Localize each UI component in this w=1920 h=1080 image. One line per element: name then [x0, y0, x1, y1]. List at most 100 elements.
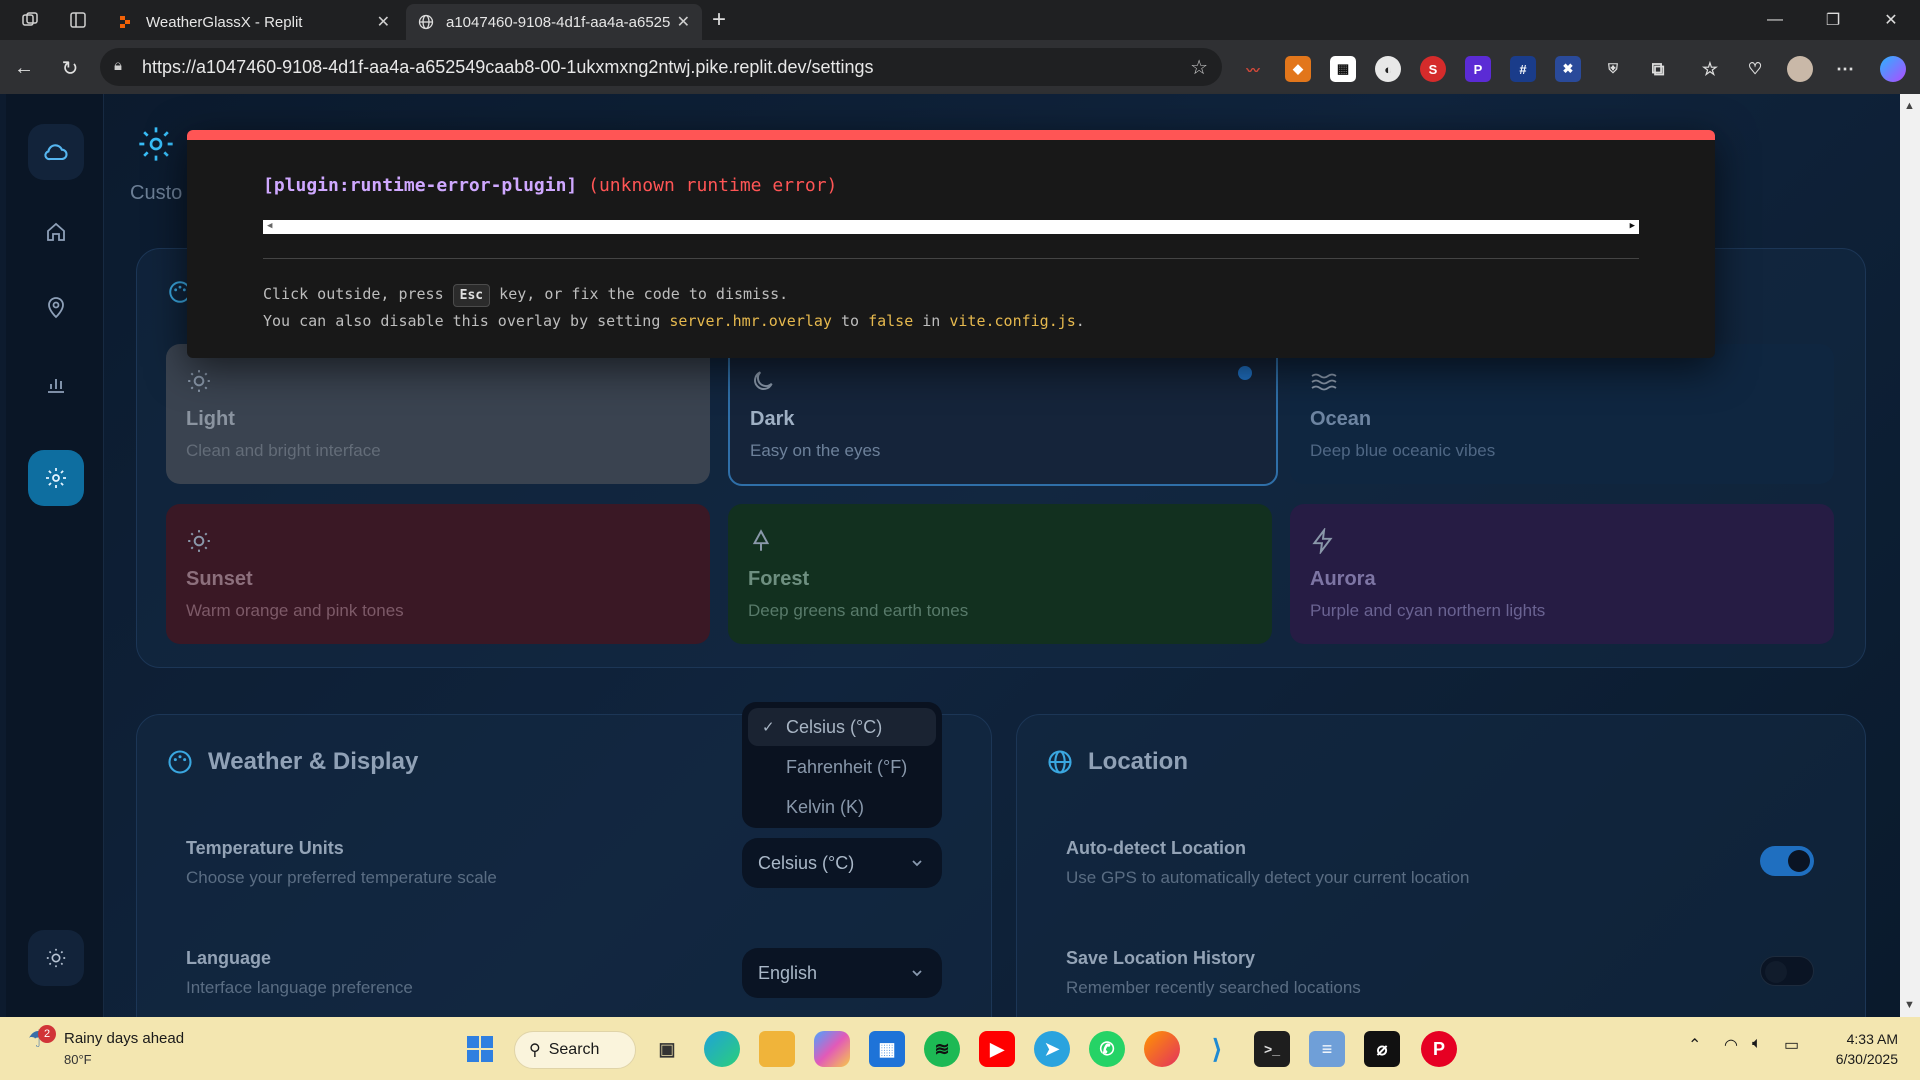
scroll-left-icon[interactable]: ◀ [267, 221, 272, 231]
browser-essentials-icon[interactable]: ♡ [1742, 56, 1768, 82]
tab-replit[interactable]: WeatherGlassX - Replit ✕ [106, 4, 402, 40]
notepad-icon[interactable]: ≡ [1309, 1031, 1345, 1067]
close-tab-icon[interactable]: ✕ [677, 12, 690, 32]
theme-desc: Deep greens and earth tones [748, 601, 969, 620]
option-kelvin[interactable]: Kelvin (K) [748, 788, 936, 826]
option-celsius[interactable]: ✓ Celsius (°C) [748, 708, 936, 746]
tab-title: WeatherGlassX - Replit [146, 13, 303, 31]
volume-icon[interactable]: 🔈︎ [1752, 1035, 1762, 1053]
theme-desc: Warm orange and pink tones [186, 601, 404, 620]
telegram-icon[interactable]: ➤ [1034, 1031, 1070, 1067]
theme-card-ocean[interactable]: Ocean Deep blue oceanic vibes [1290, 344, 1834, 484]
wifi-icon[interactable]: ◠ [1724, 1035, 1738, 1055]
toggle-knob [1788, 850, 1810, 872]
theme-name: Aurora [1310, 568, 1376, 590]
chevron-up-icon[interactable]: ⌃ [1688, 1035, 1701, 1055]
location-pin-icon[interactable] [28, 280, 84, 336]
theme-toggle-sun-icon[interactable] [28, 930, 84, 986]
pinterest-icon[interactable]: P [1421, 1031, 1457, 1067]
language-select[interactable]: English [742, 948, 942, 998]
system-clock[interactable]: 4:33 AM 6/30/2025 [1836, 1029, 1898, 1069]
extension-s-icon[interactable]: S [1420, 56, 1446, 82]
address-bar[interactable]: 🔒︎ https://a1047460-9108-4d1f-aa4a-a6525… [100, 48, 1222, 86]
save-history-toggle[interactable] [1760, 956, 1814, 986]
new-tab-button[interactable]: + [712, 6, 726, 34]
metamask-icon[interactable]: ◆ [1285, 56, 1311, 82]
vertical-tabs-icon[interactable] [64, 6, 92, 34]
selected-indicator [1238, 366, 1252, 380]
theme-card-aurora[interactable]: Aurora Purple and cyan northern lights [1290, 504, 1834, 644]
favorites-icon[interactable]: ☆ [1697, 56, 1723, 82]
extension-p-icon[interactable]: P [1465, 56, 1491, 82]
task-view-icon[interactable]: ▣ [649, 1031, 685, 1067]
esc-key: Esc [452, 284, 491, 307]
close-window-button[interactable]: ✕ [1862, 0, 1920, 40]
copilot-icon[interactable] [1880, 56, 1906, 82]
extension-x-icon[interactable]: ✖ [1555, 56, 1581, 82]
theme-desc: Purple and cyan northern lights [1310, 601, 1546, 620]
tip-text: Click outside, press [263, 285, 453, 303]
battery-icon[interactable]: ▭ [1784, 1035, 1799, 1055]
workspaces-icon[interactable] [16, 6, 44, 34]
code-text: vite.config.js [949, 312, 1076, 330]
url-text: https://a1047460-9108-4d1f-aa4a-a652549c… [142, 56, 874, 77]
extension-globe-icon[interactable]: ◐ [1375, 56, 1401, 82]
youtube-icon[interactable]: ▶ [979, 1031, 1015, 1067]
umbrella-icon: ☂ 2 [28, 1025, 58, 1065]
extension-grid-icon[interactable]: ▦ [1330, 56, 1356, 82]
windows-start-icon[interactable] [462, 1031, 498, 1067]
error-message: (unknown runtime error) [588, 175, 838, 196]
theme-card-forest[interactable]: Forest Deep greens and earth tones [728, 504, 1272, 644]
edge-browser-icon[interactable] [704, 1031, 740, 1067]
terminal-icon[interactable]: >_ [1254, 1031, 1290, 1067]
vscode-icon[interactable]: ⟩ [1199, 1031, 1235, 1067]
capcut-icon[interactable]: ⌀ [1364, 1031, 1400, 1067]
favorite-star-icon[interactable]: ☆ [1190, 55, 1208, 80]
theme-card-dark[interactable]: Dark Easy on the eyes [728, 342, 1278, 486]
spotify-icon[interactable]: ≋ [924, 1031, 960, 1067]
location-title: Location [1046, 748, 1188, 776]
extensions-puzzle-icon[interactable]: ⧉ [1645, 56, 1671, 82]
page-scrollbar[interactable]: ▲ ▼ [1900, 94, 1920, 1017]
theme-card-light[interactable]: Light Clean and bright interface [166, 344, 710, 484]
scroll-up-icon[interactable]: ▲ [1904, 100, 1915, 112]
tab-app[interactable]: a1047460-9108-4d1f-aa4a-a6525 ✕ [406, 4, 702, 40]
firefox-icon[interactable] [1144, 1031, 1180, 1067]
copilot-app-icon[interactable] [814, 1031, 850, 1067]
auto-detect-toggle[interactable] [1760, 846, 1814, 876]
extension-signature-icon[interactable]: 〰 [1240, 56, 1266, 82]
home-icon[interactable] [28, 204, 84, 260]
refresh-button[interactable]: ↻ [56, 54, 84, 82]
profile-avatar[interactable] [1787, 56, 1813, 82]
tip-text: key, or fix the code to dismiss. [490, 285, 789, 303]
save-history-label: Save Location History [1066, 948, 1256, 968]
whatsapp-icon[interactable]: ✆ [1089, 1031, 1125, 1067]
more-menu-icon[interactable]: ⋯ [1832, 56, 1858, 82]
close-tab-icon[interactable]: ✕ [377, 12, 390, 32]
search-icon: ⚲ [529, 1042, 541, 1059]
globe-icon [1046, 748, 1074, 776]
file-explorer-icon[interactable] [759, 1031, 795, 1067]
bar-chart-icon[interactable] [28, 356, 84, 412]
vite-error-overlay[interactable]: [plugin:runtime-error-plugin] (unknown r… [187, 130, 1715, 358]
error-frame-scrollbar[interactable]: ◀ ▶ [263, 220, 1639, 234]
notification-badge: 2 [38, 1025, 56, 1043]
weather-widget[interactable]: ☂ 2 Rainy days ahead 80°F [28, 1025, 184, 1067]
cloud-logo-icon[interactable] [28, 124, 84, 180]
browser-tab-bar: WeatherGlassX - Replit ✕ a1047460-9108-4… [0, 0, 1920, 40]
theme-card-sunset[interactable]: Sunset Warm orange and pink tones [166, 504, 710, 644]
auto-detect-label: Auto-detect Location [1066, 838, 1246, 858]
extension-shield-icon[interactable]: ⛨ [1600, 56, 1626, 82]
scroll-right-icon[interactable]: ▶ [1630, 221, 1635, 231]
settings-gear-icon[interactable] [28, 450, 84, 506]
microsoft-store-icon[interactable]: ▦ [869, 1031, 905, 1067]
taskbar-search[interactable]: ⚲ Search [514, 1031, 636, 1069]
maximize-button[interactable]: ❐ [1804, 0, 1862, 40]
extension-hash-icon[interactable]: # [1510, 56, 1536, 82]
clock-date: 6/30/2025 [1835, 1051, 1898, 1067]
back-button[interactable]: ← [10, 54, 38, 82]
minimize-button[interactable]: — [1746, 0, 1804, 40]
option-fahrenheit[interactable]: Fahrenheit (°F) [748, 748, 936, 786]
scroll-down-icon[interactable]: ▼ [1904, 999, 1915, 1011]
temp-units-select[interactable]: Celsius (°C) [742, 838, 942, 888]
